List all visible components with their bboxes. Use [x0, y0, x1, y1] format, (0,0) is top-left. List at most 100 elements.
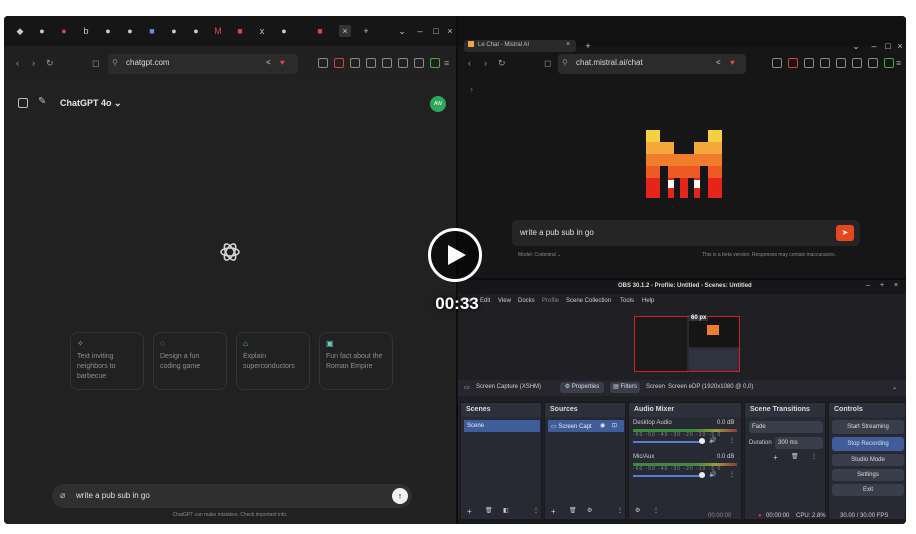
wallet-icon[interactable]	[868, 58, 878, 68]
more-icon[interactable]: ⋮	[729, 437, 735, 444]
active-tab[interactable]: ×	[339, 25, 351, 37]
obs-preview[interactable]: 60 px	[634, 315, 740, 372]
stop-recording-button[interactable]: Stop Recording	[832, 437, 904, 451]
avatar[interactable]: AW	[430, 96, 446, 112]
model-selector[interactable]: ChatGPT 4o ⌄	[60, 98, 122, 109]
volume-slider[interactable]	[633, 475, 705, 477]
message-input[interactable]: ⌀ write a pub sub in go ↑	[52, 484, 412, 508]
suggestion-card[interactable]: ⌂ Explain superconductors	[236, 332, 310, 390]
tab-icon[interactable]: ●	[278, 25, 290, 37]
volume-handle[interactable]	[699, 438, 705, 444]
extension-icon[interactable]	[430, 58, 440, 68]
minimize-icon[interactable]: –	[866, 282, 870, 289]
extension-icon[interactable]	[804, 58, 814, 68]
extension-icon[interactable]	[788, 58, 798, 68]
exit-button[interactable]: Exit	[832, 484, 904, 496]
share-icon[interactable]: <	[266, 58, 271, 67]
extension-icon[interactable]	[772, 58, 782, 68]
tab-icon[interactable]: b	[80, 25, 92, 37]
more-icon[interactable]: ⋮	[811, 453, 817, 460]
minimize-icon[interactable]: –	[414, 25, 426, 37]
site-info-icon[interactable]: ⚲	[112, 58, 118, 67]
extension-icon[interactable]	[334, 58, 344, 68]
scene-item[interactable]: Scene	[464, 420, 540, 432]
menu-docks[interactable]: Docks	[518, 298, 535, 304]
suggestion-card[interactable]: ✧ Text inviting neighbors to barbecue	[70, 332, 144, 390]
tab-icon[interactable]: M	[212, 25, 224, 37]
bookmark-icon[interactable]: ◻	[544, 58, 551, 69]
close-icon[interactable]: ×	[894, 40, 906, 52]
github-tab-icon[interactable]: ●	[102, 25, 114, 37]
left-address-bar[interactable]: ⚲ chatgpt.com < ♥	[108, 54, 298, 74]
new-tab-icon[interactable]: +	[360, 25, 372, 37]
github-tab-icon[interactable]: ●	[190, 25, 202, 37]
volume-slider[interactable]	[633, 441, 705, 443]
extension-icon[interactable]	[366, 58, 376, 68]
maximize-icon[interactable]: □	[430, 25, 442, 37]
share-icon[interactable]: <	[716, 58, 721, 67]
maximize-icon[interactable]: □	[882, 40, 894, 52]
brave-shield-icon[interactable]: ♥	[730, 58, 735, 67]
trash-icon[interactable]: 🗑	[569, 507, 577, 514]
properties-button[interactable]: ⚙ Properties	[560, 382, 604, 393]
sidebar-toggle-icon[interactable]	[18, 98, 28, 108]
extension-icon[interactable]	[318, 58, 328, 68]
more-icon[interactable]: ⋮	[729, 471, 735, 478]
tab-icon[interactable]: ◆	[14, 25, 26, 37]
reload-icon[interactable]: ↻	[498, 58, 506, 69]
back-icon[interactable]: ‹	[468, 58, 471, 68]
add-icon[interactable]: +	[773, 453, 778, 462]
attach-icon[interactable]: ⌀	[60, 490, 65, 501]
speaker-icon[interactable]: 🔊	[709, 471, 716, 478]
settings-button[interactable]: Settings	[832, 469, 904, 481]
menu-tools[interactable]: Tools	[620, 298, 634, 304]
start-streaming-button[interactable]: Start Streaming	[832, 420, 904, 434]
trash-icon[interactable]: 🗑	[485, 507, 493, 514]
trash-icon[interactable]: 🗑	[791, 453, 799, 460]
extension-icon[interactable]	[350, 58, 360, 68]
transition-type-select[interactable]: Fade	[749, 421, 823, 433]
add-icon[interactable]: +	[467, 507, 472, 516]
source-item[interactable]: ▭ Screen Capt ◉ ⊡	[548, 420, 624, 432]
sidebar-expand-icon[interactable]: ›	[470, 84, 473, 94]
tab-icon[interactable]: ■	[234, 25, 246, 37]
sidebar-icon[interactable]	[852, 58, 862, 68]
menu-profile[interactable]: Profile	[542, 298, 559, 304]
forward-icon[interactable]: ›	[484, 58, 487, 68]
github-tab-icon[interactable]: ●	[36, 25, 48, 37]
close-icon[interactable]: ×	[444, 25, 456, 37]
wallet-icon[interactable]	[414, 58, 424, 68]
chevron-down-icon[interactable]: ⌄	[850, 40, 862, 52]
menu-scene-collection[interactable]: Scene Collection	[566, 298, 611, 304]
sidebar-icon[interactable]	[398, 58, 408, 68]
more-icon[interactable]: ⋮	[653, 507, 659, 514]
forward-icon[interactable]: ›	[32, 58, 35, 68]
chevron-down-icon[interactable]: ⌄	[396, 25, 408, 37]
github-tab-icon[interactable]: ●	[168, 25, 180, 37]
brave-shield-icon[interactable]: ♥	[280, 58, 285, 67]
maximize-icon[interactable]: +	[880, 282, 884, 289]
model-selector[interactable]: Model: Codestral ⌄	[518, 252, 561, 258]
close-icon[interactable]: ×	[894, 282, 898, 289]
tab-icon[interactable]: ●	[58, 25, 70, 37]
minimize-icon[interactable]: –	[868, 40, 880, 52]
close-tab-icon[interactable]: ×	[566, 41, 570, 48]
send-button[interactable]: ↑	[392, 488, 408, 504]
menu-help[interactable]: Help	[642, 298, 654, 304]
reload-icon[interactable]: ↻	[46, 58, 54, 69]
more-icon[interactable]: ⋮	[617, 507, 623, 514]
right-address-bar[interactable]: ⚲ chat.mistral.ai/chat < ♥	[558, 54, 746, 74]
mistral-tab[interactable]: Le Chat - Mistral AI ×	[464, 40, 576, 52]
suggestion-card[interactable]: ◌ Design a fun coding game	[153, 332, 227, 390]
studio-mode-button[interactable]: Studio Mode	[832, 454, 904, 466]
extension-icon[interactable]	[884, 58, 894, 68]
screen-select[interactable]: Screen eDP (1920x1080 @ 0,0)	[668, 384, 753, 390]
tab-icon[interactable]: ■	[146, 25, 158, 37]
add-icon[interactable]: +	[551, 507, 556, 516]
chevron-down-icon[interactable]: ⌄	[892, 384, 897, 391]
filters-button[interactable]: ▤ Filters	[610, 382, 640, 393]
send-button[interactable]: ➤	[836, 225, 854, 241]
volume-handle[interactable]	[699, 472, 705, 478]
new-chat-icon[interactable]: ✎	[38, 96, 46, 107]
tab-icon[interactable]: ■	[314, 25, 326, 37]
